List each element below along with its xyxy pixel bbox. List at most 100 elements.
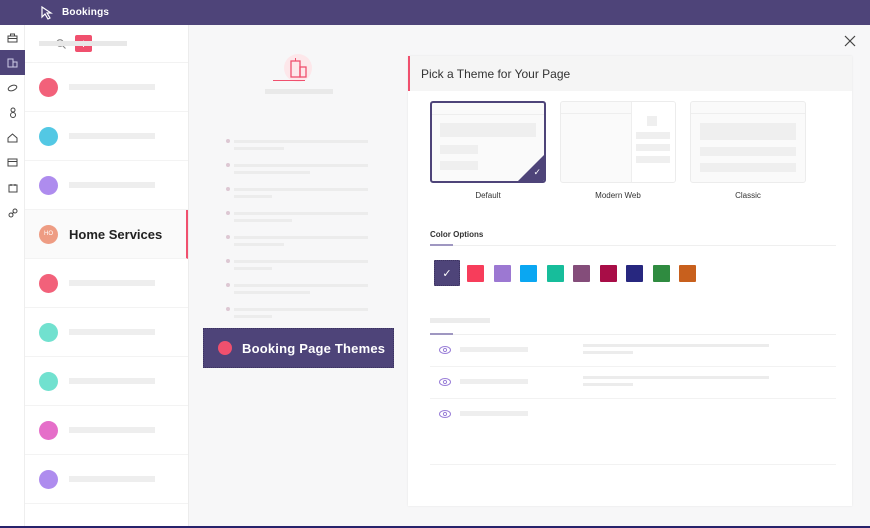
eye-icon[interactable] [439,345,451,355]
text-placeholder [234,140,368,143]
color-swatch[interactable] [546,264,564,282]
list-item[interactable] [25,455,188,504]
rail-building[interactable] [0,50,25,75]
list-item[interactable] [25,406,188,455]
color-swatch[interactable] [679,264,696,282]
check-icon: ✓ [533,167,541,177]
item-name-placeholder [69,84,155,90]
color-swatch[interactable] [467,264,484,282]
home-icon [7,132,18,142]
bullet-dot [226,235,230,239]
list-item[interactable] [25,63,188,112]
theme-default[interactable]: ✓ Default [430,101,546,200]
text-placeholder [234,188,368,191]
close-icon[interactable] [843,34,857,48]
text-placeholder [234,308,368,311]
panel-title: Pick a Theme for Your Page [408,56,852,91]
bullet-dot [226,163,230,167]
item-name-placeholder [69,329,155,335]
eye-icon[interactable] [439,409,451,419]
text-placeholder [234,284,368,287]
theme-label: Modern Web [595,191,641,200]
list-item[interactable] [25,259,188,308]
text-placeholder [234,171,310,174]
briefcase-icon [7,33,18,42]
color-swatch[interactable] [652,264,670,282]
bullet-dot [226,139,230,143]
color-swatch[interactable]: ✓ [434,260,460,286]
theme-options: ✓ Default Modern Web Classic [430,101,820,200]
icon-rail [0,25,25,528]
callout-dot [218,341,232,355]
section-title-placeholder [430,318,490,323]
avatar [39,420,58,440]
text-placeholder [234,291,310,294]
illustration-underline [273,80,305,81]
cap-icon [7,84,18,91]
search-input[interactable] [39,41,127,46]
list-item[interactable] [25,161,188,210]
building-icon [7,58,18,67]
color-swatch[interactable] [626,264,643,282]
color-swatch[interactable] [493,264,511,282]
theme-modern-web[interactable]: Modern Web [560,101,676,200]
avatar [39,175,58,195]
rail-home[interactable] [0,125,25,150]
preview-row [430,399,836,465]
theme-preview: ✓ [430,101,546,183]
color-options-section: Color Options [430,230,836,246]
item-name: Home Services [69,226,163,242]
text-placeholder [234,236,368,239]
building-illustration-icon [284,54,312,82]
item-name-placeholder [69,280,155,286]
eye-icon[interactable] [439,377,451,387]
rail-card[interactable] [0,150,25,175]
color-options-label: Color Options [430,230,484,239]
list-item[interactable] [25,357,188,406]
text-placeholder [234,164,368,167]
callout-label: Booking Page Themes [242,340,386,356]
item-name-placeholder [69,476,155,482]
item-name-placeholder [69,378,155,384]
app-title: Bookings [62,7,110,18]
text-placeholder [234,219,292,222]
bullet-dot [226,187,230,191]
item-name-placeholder [69,133,155,139]
avatar [39,322,58,342]
avatar [39,126,58,146]
theme-panel: Pick a Theme for Your Page ✓ Default Mod… [408,56,852,506]
bullet-dot [226,259,230,263]
cursor-click-icon [40,5,54,20]
color-swatch[interactable] [573,264,590,282]
avatar [39,77,58,97]
list-item[interactable]: HO Home Services [25,210,188,259]
item-name-placeholder [69,427,155,433]
list-item[interactable] [25,308,188,357]
row-desc-placeholder [583,351,633,354]
row-title-placeholder [460,347,528,352]
rail-link[interactable] [0,200,25,225]
row-desc-placeholder [583,344,769,347]
text-placeholder [234,212,368,215]
text-placeholder [234,195,272,198]
top-bar: Bookings [0,0,870,25]
calendar-icon [8,183,17,192]
avatar [39,371,58,391]
row-desc-placeholder [583,383,633,386]
text-placeholder [234,267,272,270]
heading-placeholder [265,89,333,94]
text-placeholder [234,315,272,318]
rail-user[interactable] [0,100,25,125]
card-icon [7,158,18,167]
rail-calendar[interactable] [0,175,25,200]
color-swatch[interactable] [520,264,537,282]
list-item[interactable] [25,112,188,161]
theme-classic[interactable]: Classic [690,101,806,200]
booking-page-themes-callout[interactable]: Booking Page Themes [203,328,394,368]
color-swatch[interactable] [599,264,617,282]
avatar [39,273,58,293]
text-placeholder [234,260,368,263]
service-list: + HO Home Services [25,25,189,528]
rail-cap[interactable] [0,75,25,100]
rail-briefcase[interactable] [0,25,25,50]
